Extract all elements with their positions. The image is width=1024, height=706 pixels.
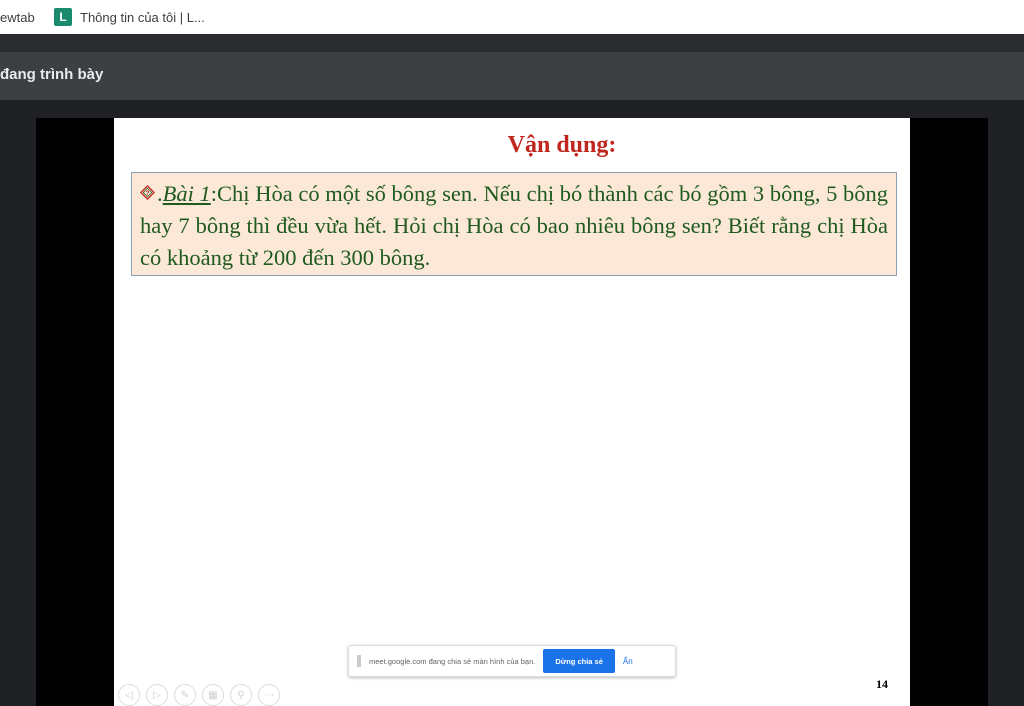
presenting-bar: đang trình bày (0, 52, 1024, 100)
screen-share-notification: meet.google.com đang chia sẻ màn hình củ… (348, 645, 676, 677)
presenting-label: đang trình bày (0, 66, 104, 83)
bookmark-label: ewtab (0, 9, 35, 25)
bookmark-label: Thông tin của tôi | L... (80, 9, 205, 25)
problem-box: ? .Bài 1:Chị Hòa có một số bông sen. Nếu… (131, 172, 897, 276)
slide-nav-controls: ◁ ▷ ✎ ▦ ⚲ ⋯ (118, 684, 280, 706)
slide: Vận dụng: ? .Bài 1:Chị Hòa có một số bôn… (114, 118, 910, 706)
bookmark-my-info[interactable]: L Thông tin của tôi | L... (54, 0, 205, 34)
problem-text: :Chị Hòa có một số bông sen. Nếu chị bó … (140, 181, 889, 270)
slides-grid-icon[interactable]: ▦ (202, 684, 224, 706)
slide-title: Vận dụng: (507, 132, 617, 158)
diamond-question-icon: ? (140, 185, 155, 200)
prev-slide-icon[interactable]: ◁ (118, 684, 140, 706)
favicon-l-icon: L (54, 8, 72, 26)
zoom-icon[interactable]: ⚲ (230, 684, 252, 706)
drag-handle-icon[interactable] (357, 655, 361, 667)
pen-icon[interactable]: ✎ (174, 684, 196, 706)
share-notice-text: meet.google.com đang chia sẻ màn hình củ… (369, 656, 536, 666)
page-number: 14 (876, 677, 888, 691)
toolbar-strip (0, 34, 1024, 52)
next-slide-icon[interactable]: ▷ (146, 684, 168, 706)
more-options-icon[interactable]: ⋯ (258, 684, 280, 706)
stop-sharing-button[interactable]: Dừng chia sẻ (543, 649, 615, 673)
bookmark-newtab[interactable]: ewtab (0, 0, 35, 34)
hide-link[interactable]: Ẩn (623, 657, 633, 666)
svg-text:?: ? (146, 190, 150, 197)
bookmarks-bar: ewtab L Thông tin của tôi | L... (0, 0, 1024, 34)
exercise-label: Bài 1 (162, 181, 211, 206)
